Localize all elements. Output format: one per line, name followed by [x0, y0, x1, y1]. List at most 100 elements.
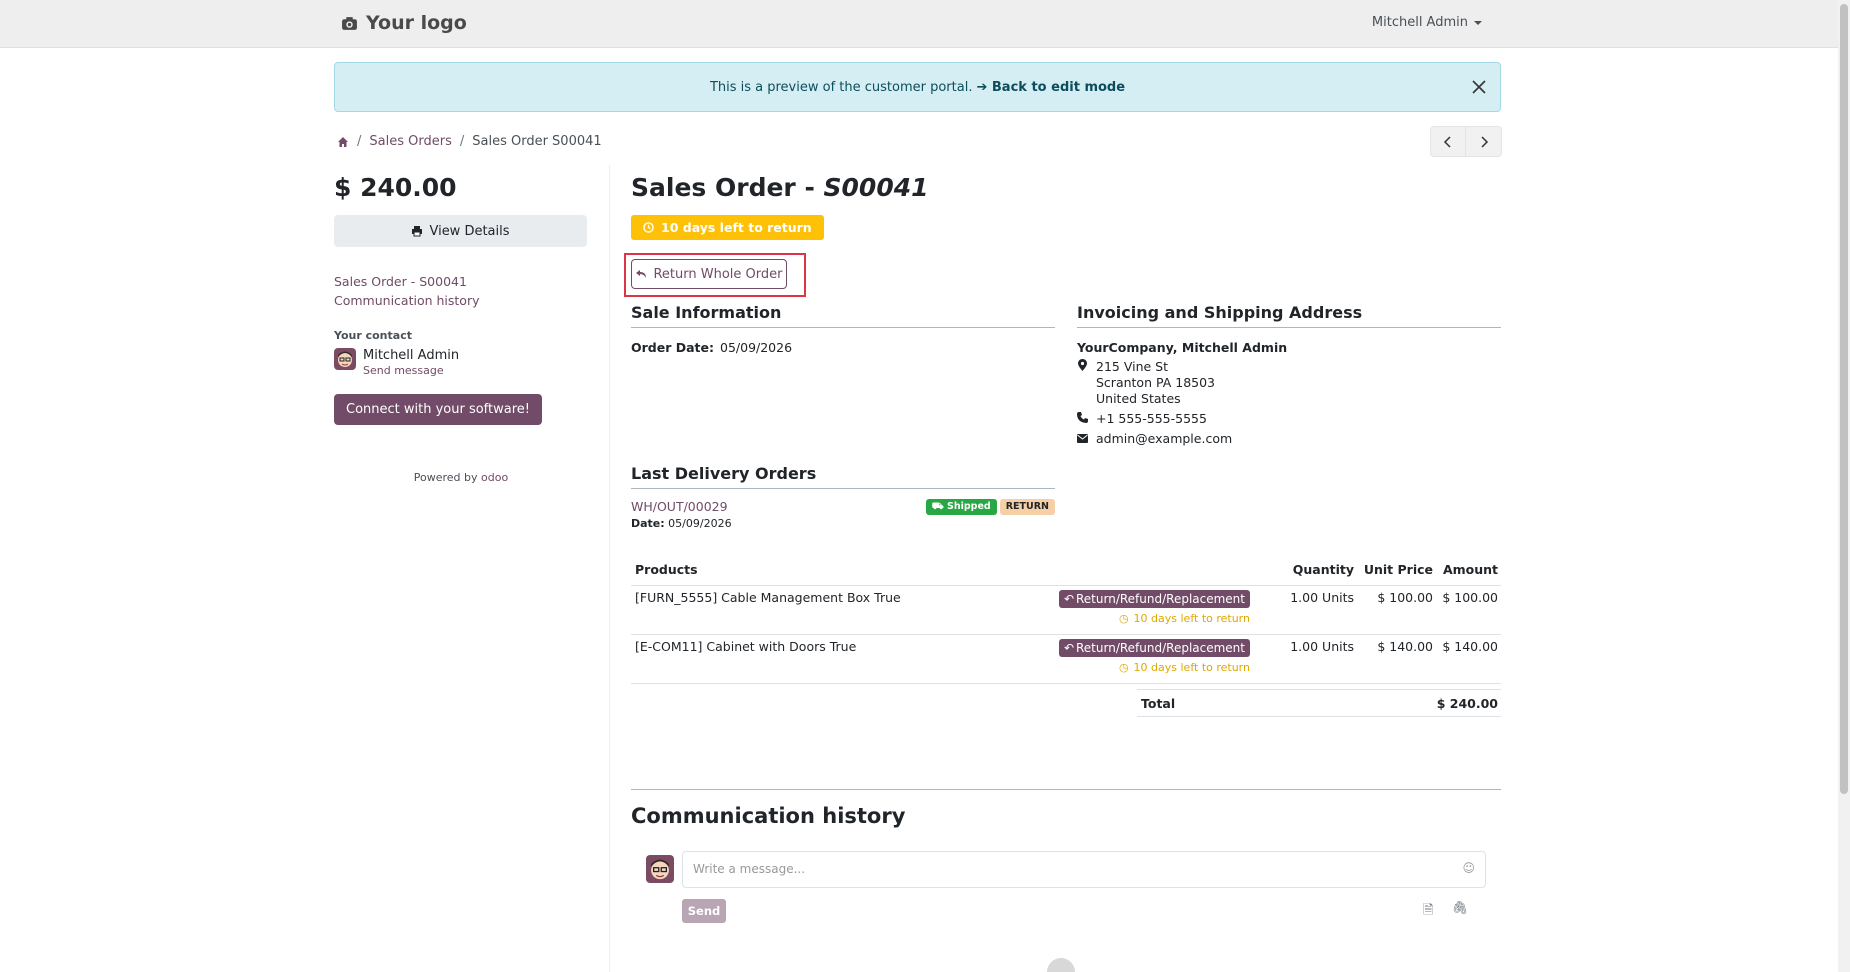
product-unit-price: $ 100.00: [1377, 590, 1433, 605]
address-title: Invoicing and Shipping Address: [1077, 303, 1501, 328]
breadcrumb-sales-orders[interactable]: Sales Orders: [369, 134, 451, 149]
main-content: Sales Order - S00041 10 days left to ret…: [624, 165, 1501, 972]
delivery-date-label: Date:: [631, 517, 665, 530]
contact-title: Your contact: [334, 329, 412, 342]
chevron-down-icon: [1474, 20, 1482, 25]
return-badge: RETURN: [999, 499, 1055, 515]
breadcrumb-separator: /: [459, 134, 465, 149]
address-company: YourCompany, Mitchell Admin: [1077, 340, 1288, 355]
view-details-button[interactable]: View Details: [334, 215, 587, 247]
send-button[interactable]: Send: [682, 899, 726, 923]
emoji-icon[interactable]: ☺: [1462, 861, 1475, 875]
title-ref: S00041: [823, 173, 929, 202]
product-amount: $ 100.00: [1442, 590, 1498, 605]
product-name: [E-COM11] Cabinet with Doors True: [635, 639, 857, 654]
user-name: Mitchell Admin: [1371, 15, 1468, 30]
powered-by-label: Powered by: [413, 471, 478, 484]
row-actions: ↶ Return/Refund/Replacement ◷ 10 days left…: [1056, 586, 1250, 634]
powered-by: Powered by odoo: [334, 471, 588, 484]
back-to-edit-label: Back to edit mode: [991, 79, 1126, 95]
delivery-row: WH/OUT/00029 ⛟ Shipped RETURN: [631, 499, 1055, 515]
send-message-link[interactable]: Send message: [363, 364, 459, 377]
product-quantity: 1.00 Units: [1290, 590, 1354, 605]
header-unit-price: Unit Price: [1363, 562, 1433, 577]
total-label: Total: [1141, 695, 1176, 711]
table-row: [E-COM11] Cabinet with Doors True ↶ Retur…: [631, 635, 1501, 684]
total-row: Total $ 240.00: [1137, 689, 1501, 717]
title-prefix: Sales Order -: [631, 173, 824, 202]
header-amount: Amount: [1442, 562, 1498, 577]
odoo-logo[interactable]: odoo: [481, 471, 508, 484]
logo[interactable]: Your logo: [341, 12, 467, 34]
paperclip-icon[interactable]: 🖇: [1451, 901, 1468, 923]
undo-icon: ↶: [1063, 641, 1074, 655]
return-whole-order-button[interactable]: Return Whole Order: [631, 259, 787, 289]
clock-icon: [643, 222, 654, 233]
return-refund-button[interactable]: ↶ Return/Refund/Replacement: [1058, 639, 1250, 657]
connect-software-button[interactable]: Connect with your software!: [334, 394, 542, 425]
previous-record-button[interactable]: [1430, 126, 1466, 157]
home-icon[interactable]: [337, 136, 349, 148]
products-table: Products Quantity Unit Price Amount [FUR…: [631, 554, 1501, 684]
close-icon[interactable]: [1470, 78, 1488, 96]
delivery-date: Date: 05/09/2026: [631, 517, 1055, 530]
table-header: Products Quantity Unit Price Amount: [631, 554, 1501, 586]
communication-title: Communication history: [631, 804, 906, 828]
return-refund-label: Return/Refund/Replacement: [1076, 592, 1245, 606]
sidebar-link-communication[interactable]: Communication history: [334, 291, 588, 310]
page-title: Sales Order - S00041: [631, 173, 1501, 202]
breadcrumb: / Sales Orders / Sales Order S00041: [337, 134, 602, 149]
product-unit-price: $ 140.00: [1377, 639, 1433, 654]
delivery-badges: ⛟ Shipped RETURN: [925, 499, 1055, 515]
next-record-button[interactable]: [1466, 126, 1502, 157]
row-actions: ↶ Return/Refund/Replacement ◷ 10 days left…: [1056, 635, 1250, 683]
order-date: Order Date: 05/09/2026: [631, 340, 1055, 355]
divider: [631, 789, 1501, 790]
return-days-badge: 10 days left to return: [631, 215, 824, 240]
logo-text: Your logo: [366, 12, 467, 34]
top-navbar: Your logo Mitchell Admin: [0, 0, 1838, 48]
return-whole-order-label: Return Whole Order: [653, 266, 783, 282]
record-pager: [1430, 126, 1502, 157]
scrollbar-thumb[interactable]: [1840, 4, 1848, 794]
message-input[interactable]: Write a message... ☺: [682, 851, 1486, 888]
delivery-ref-link[interactable]: WH/OUT/00029: [631, 499, 728, 515]
order-amount: $ 240.00: [334, 173, 457, 202]
delivery-date-value: 05/09/2026: [668, 517, 732, 530]
days-left: ◷ 10 days left to return: [1056, 661, 1250, 674]
user-menu[interactable]: Mitchell Admin: [1372, 15, 1482, 30]
order-date-label: Order Date:: [631, 340, 714, 355]
scrollbar[interactable]: [1838, 0, 1850, 972]
product-name: [FURN_5555] Cable Management Box True: [635, 590, 901, 605]
breadcrumb-current: Sales Order S00041: [472, 134, 602, 149]
order-date-value: 05/09/2026: [720, 340, 793, 355]
days-left: ◷ 10 days left to return: [1056, 612, 1250, 625]
address-phone-row: +1 555-555-5555: [1077, 411, 1501, 427]
address-email-row: admin@example.com: [1077, 431, 1501, 447]
return-refund-label: Return/Refund/Replacement: [1076, 641, 1245, 655]
clock-icon: ◷: [1118, 661, 1129, 674]
chevron-left-icon: [1443, 135, 1451, 148]
address-street: 215 Vine St: [1096, 359, 1169, 374]
camera-icon: [342, 16, 357, 30]
total-value: $ 240.00: [1436, 695, 1498, 711]
address-country: United States: [1096, 391, 1181, 406]
phone-icon: [1077, 411, 1088, 427]
back-to-edit-link[interactable]: ➔ Back to edit mode: [976, 80, 1125, 95]
message-placeholder: Write a message...: [693, 862, 806, 876]
sidebar-links: Sales Order - S00041 Communication histo…: [334, 272, 588, 310]
preview-alert: This is a preview of the customer portal…: [334, 62, 1501, 112]
header-products: Products: [635, 562, 698, 577]
sale-information: Sale Information Order Date: 05/09/2026: [631, 303, 1055, 355]
sidebar-link-sales-order[interactable]: Sales Order - S00041: [334, 272, 588, 291]
address-city: Scranton PA 18503: [1096, 375, 1216, 390]
file-icon[interactable]: 🗎: [1423, 901, 1433, 923]
address-street-row: 215 Vine St Scranton PA 18503 United State…: [1077, 359, 1501, 407]
header-quantity: Quantity: [1292, 562, 1354, 577]
contact-card: Mitchell Admin Send message: [334, 348, 588, 377]
composer-tools: 🗎 🖇: [1423, 901, 1468, 923]
product-quantity: 1.00 Units: [1290, 639, 1354, 654]
undo-icon: ↶: [1063, 592, 1074, 606]
return-refund-button[interactable]: ↶ Return/Refund/Replacement: [1058, 590, 1250, 608]
avatar: [334, 348, 356, 370]
